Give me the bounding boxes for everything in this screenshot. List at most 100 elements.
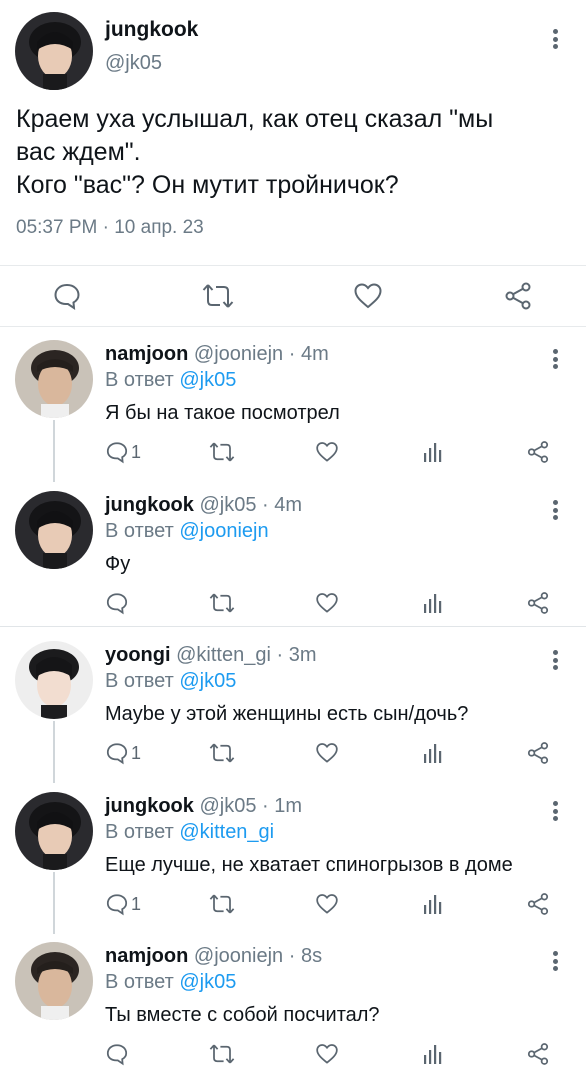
reply-author-handle[interactable]: @kitten_gi	[176, 644, 271, 666]
reply-author-handle[interactable]: @jooniejn	[194, 343, 283, 365]
avatar-jungkook[interactable]	[15, 491, 93, 569]
share-icon[interactable]	[526, 890, 550, 918]
reply-time: 3m	[288, 644, 317, 666]
reply-author-name[interactable]: jungkook	[105, 795, 194, 817]
heart-icon[interactable]	[315, 890, 339, 918]
reply-tweet[interactable]: jungkook @jk05 · 4m В ответ @jooniejn Фу	[0, 481, 586, 631]
comment-button[interactable]	[105, 1040, 131, 1068]
retweet-icon[interactable]	[209, 890, 235, 918]
tweet-time: 05:37 PM	[16, 217, 98, 238]
reply-header: namjoon @jooniejn · 8s	[105, 945, 322, 968]
thread-divider	[0, 626, 586, 627]
comment-icon	[106, 894, 128, 916]
comment-button[interactable]: 1	[105, 739, 141, 767]
comment-button[interactable]: 1	[105, 438, 141, 466]
dot-separator: ·	[288, 343, 296, 365]
retweet-icon[interactable]	[209, 1040, 235, 1068]
avatar-jungkook[interactable]	[15, 12, 93, 90]
comment-count: 1	[131, 893, 142, 914]
reply-to-prefix: В ответ	[105, 821, 174, 843]
avatar-namjoon[interactable]	[15, 942, 93, 1020]
reply-header: jungkook @jk05 · 1m	[105, 795, 302, 818]
reply-author-name[interactable]: yoongi	[105, 644, 171, 666]
share-icon[interactable]	[502, 280, 534, 312]
comment-button[interactable]: 1	[105, 890, 141, 918]
reply-tweet[interactable]: jungkook @jk05 · 1m В ответ @kitten_gi Е…	[0, 782, 586, 934]
thread-line	[53, 420, 55, 482]
reply-author-name[interactable]: namjoon	[105, 343, 188, 365]
reply-to-line: В ответ @jooniejn	[105, 520, 269, 543]
comment-count: 1	[131, 742, 142, 763]
reply-to-line: В ответ @kitten_gi	[105, 821, 274, 844]
author-name[interactable]: jungkook	[105, 18, 198, 42]
reply-time: 1m	[274, 795, 303, 817]
share-icon[interactable]	[526, 1040, 550, 1068]
comment-count: 1	[131, 441, 142, 462]
reply-author-name[interactable]: jungkook	[105, 494, 194, 516]
thread-line	[53, 721, 55, 783]
more-options-icon[interactable]	[546, 647, 564, 673]
share-icon[interactable]	[526, 739, 550, 767]
main-tweet: jungkook @jk05 Краем уха услышал, как от…	[0, 0, 586, 330]
reply-header: jungkook @jk05 · 4m	[105, 494, 302, 517]
retweet-icon[interactable]	[209, 589, 235, 617]
reply-to-mention[interactable]: @jooniejn	[179, 520, 268, 542]
reply-author-handle[interactable]: @jk05	[199, 795, 256, 817]
retweet-icon[interactable]	[209, 438, 235, 466]
analytics-icon[interactable]	[423, 1040, 443, 1068]
comment-icon	[106, 1044, 128, 1066]
more-options-icon[interactable]	[546, 346, 564, 372]
reply-header: yoongi @kitten_gi · 3m	[105, 644, 317, 667]
dot-separator: ·	[262, 795, 269, 817]
more-options-icon[interactable]	[546, 26, 564, 52]
reply-time: 4m	[300, 343, 329, 365]
tweet-actions	[0, 265, 586, 327]
retweet-icon[interactable]	[202, 280, 234, 312]
more-options-icon[interactable]	[546, 497, 564, 523]
reply-author-handle[interactable]: @jooniejn	[194, 945, 283, 967]
share-icon[interactable]	[526, 438, 550, 466]
reply-to-prefix: В ответ	[105, 971, 174, 993]
reply-to-mention[interactable]: @jk05	[179, 670, 236, 692]
comment-icon	[106, 743, 128, 765]
comment-icon	[106, 442, 128, 464]
analytics-icon[interactable]	[423, 739, 443, 767]
avatar-yoongi[interactable]	[15, 641, 93, 719]
heart-icon[interactable]	[315, 739, 339, 767]
comment-button[interactable]	[105, 589, 131, 617]
thread-line	[53, 872, 55, 934]
reply-text: Ты вместе с собой посчитал?	[105, 1004, 380, 1026]
heart-icon[interactable]	[315, 1040, 339, 1068]
heart-icon[interactable]	[315, 589, 339, 617]
tweet-meta: 05:37 PM · 10 апр. 23	[16, 217, 204, 239]
reply-header: namjoon @jooniejn · 4m	[105, 343, 329, 366]
author-handle[interactable]: @jk05	[105, 52, 162, 75]
tweet-text: Краем уха услышал, как отец сказал "мы в…	[16, 105, 494, 199]
reply-to-prefix: В ответ	[105, 520, 174, 542]
comment-icon	[106, 593, 128, 615]
comment-icon[interactable]	[51, 280, 83, 312]
reply-to-mention[interactable]: @kitten_gi	[179, 821, 274, 843]
reply-author-handle[interactable]: @jk05	[199, 494, 256, 516]
analytics-icon[interactable]	[423, 438, 443, 466]
reply-tweet[interactable]: namjoon @jooniejn · 8s В ответ @jk05 Ты …	[0, 932, 586, 1080]
reply-to-line: В ответ @jk05	[105, 971, 236, 994]
meta-separator: ·	[102, 217, 109, 238]
avatar-namjoon[interactable]	[15, 340, 93, 418]
retweet-icon[interactable]	[209, 739, 235, 767]
reply-to-mention[interactable]: @jk05	[179, 971, 236, 993]
heart-icon[interactable]	[352, 280, 384, 312]
analytics-icon[interactable]	[423, 589, 443, 617]
more-options-icon[interactable]	[546, 948, 564, 974]
reply-tweet[interactable]: yoongi @kitten_gi · 3m В ответ @jk05 May…	[0, 631, 586, 783]
reply-author-name[interactable]: namjoon	[105, 945, 188, 967]
share-icon[interactable]	[526, 589, 550, 617]
heart-icon[interactable]	[315, 438, 339, 466]
reply-to-mention[interactable]: @jk05	[179, 369, 236, 391]
tweet-date: 10 апр. 23	[114, 217, 204, 238]
analytics-icon[interactable]	[423, 890, 443, 918]
reply-to-prefix: В ответ	[105, 369, 174, 391]
reply-tweet[interactable]: namjoon @jooniejn · 4m В ответ @jk05 Я б…	[0, 330, 586, 482]
more-options-icon[interactable]	[546, 798, 564, 824]
avatar-jungkook[interactable]	[15, 792, 93, 870]
